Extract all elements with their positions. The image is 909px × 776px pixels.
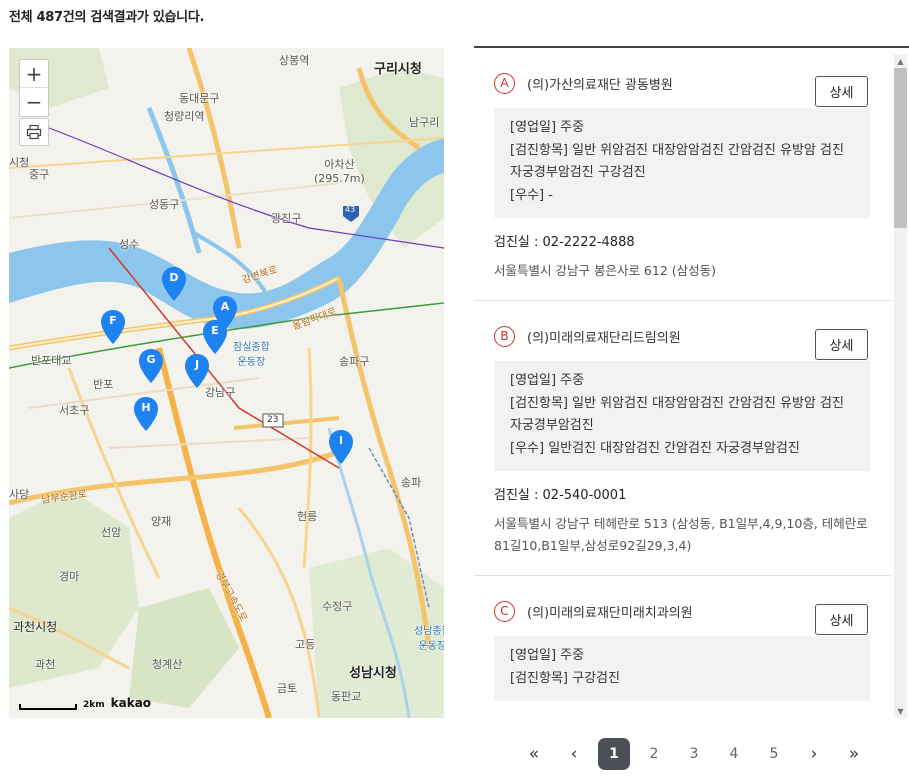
map-marker-j[interactable]: J	[184, 353, 210, 389]
address: 서울특별시 강남구 봉은사로 612 (삼성동)	[494, 263, 717, 278]
detail-button[interactable]: 상세	[815, 76, 868, 107]
map-label-sadang: 사당	[9, 488, 30, 501]
map-label-seocho: 서초구	[59, 404, 90, 417]
map-label-gwacheon: 과천시청	[13, 620, 58, 634]
last-page-button[interactable]: »	[834, 737, 874, 770]
map-label-seongnam-sports: 성남종합 운동장	[414, 626, 444, 652]
hospital-name[interactable]: (의)가산의료재단 광동병원	[527, 74, 673, 93]
info-line-business-days: [영업일] 주중	[510, 373, 585, 388]
map-scale: 2km kakao	[19, 696, 151, 710]
map-label-achasan: 아차산 (295.7m)	[314, 158, 365, 185]
scrollbar[interactable]	[894, 68, 907, 704]
result-letter-badge: C	[494, 600, 515, 622]
page-3-button[interactable]: 3	[674, 737, 714, 770]
info-line-business-days: [영업일] 주중	[510, 648, 585, 663]
map-marker-g[interactable]: G	[138, 348, 164, 384]
map-route-23: 23	[267, 415, 279, 425]
map-label-sangbong: 상봉역	[279, 54, 310, 67]
result-count-summary: 전체 487건의 검색결과가 있습니다.	[9, 10, 205, 25]
detail-button[interactable]: 상세	[815, 329, 868, 360]
result-letter-badge: B	[494, 325, 515, 347]
info-line-excellence: [우수] 일반검진 대장암검진 간암검진 자궁경부암검진	[510, 440, 800, 456]
result-list: A (의)가산의료재단 광동병원 상세 [영업일] 주중 [검진항목] 일반 위…	[474, 48, 892, 718]
zoom-out-button[interactable]: −	[20, 88, 48, 116]
map-marker-e[interactable]: E	[202, 319, 228, 355]
list-item[interactable]: C (의)미래의료재단미래치과의원 상세 [영업일] 주중 [검진항목] 구강검…	[474, 576, 892, 718]
map-label-yangjae: 양재	[151, 515, 172, 528]
list-item[interactable]: A (의)가산의료재단 광동병원 상세 [영업일] 주중 [검진항목] 일반 위…	[474, 48, 892, 301]
scroll-down-arrow[interactable]: ▼	[894, 704, 907, 718]
map-label-dongdaemun: 동대문구	[179, 92, 220, 105]
result-panel: A (의)가산의료재단 광동병원 상세 [영업일] 주중 [검진항목] 일반 위…	[474, 46, 909, 718]
address: 서울특별시 강남구 테헤란로 513 (삼성동, B1일부,4,9,10층, 테…	[494, 516, 868, 553]
map-label-banpobridge: 반포대교	[31, 354, 72, 367]
prev-page-button[interactable]: ‹	[554, 737, 594, 770]
printer-icon	[26, 124, 42, 140]
page-4-button[interactable]: 4	[714, 737, 754, 770]
info-line-checkup-items: [검진항목] 일반 위암검진 대장암암검진 간암검진 유방암 검진 자궁경부암검…	[510, 395, 844, 434]
map-label-seongnam: 성남시청	[349, 666, 397, 681]
scroll-up-arrow[interactable]: ▲	[894, 54, 907, 68]
map-label-godeung: 고등	[295, 638, 316, 651]
zoom-in-button[interactable]: +	[20, 60, 48, 88]
result-letter-badge: A	[494, 72, 515, 94]
map-marker-i[interactable]: I	[328, 429, 354, 465]
map-marker-d[interactable]: D	[161, 266, 187, 302]
map-label-banpo: 반포	[93, 378, 114, 391]
scrollbar-thumb[interactable]	[894, 68, 907, 228]
hospital-name[interactable]: (의)미래의료재단리드림의원	[527, 327, 681, 346]
map-label-geumto: 금토	[277, 682, 298, 695]
page-5-button[interactable]: 5	[754, 737, 794, 770]
phone-number: 검진실 : 02-540-0001	[494, 488, 627, 503]
map-label-sujeong: 수정구	[322, 600, 353, 613]
map-label-seongdong: 성동구	[149, 198, 180, 211]
info-line-checkup-items: [검진항목] 구강검진	[510, 670, 620, 686]
map-label-songpa: 송파구	[339, 355, 370, 368]
map-label-sicheong: 시청	[9, 156, 30, 169]
map-label-heolleung: 헌릉	[297, 510, 318, 523]
list-item[interactable]: B (의)미래의료재단리드림의원 상세 [영업일] 주중 [검진항목] 일반 위…	[474, 301, 892, 576]
map-label-jung: 중구	[29, 168, 50, 181]
info-box: [영업일] 주중 [검진항목] 일반 위암검진 대장암암검진 간암검진 유방암 …	[494, 361, 870, 471]
map-label-cheonggye: 청계산	[152, 658, 183, 671]
map-label-gwacheon-ic: 과천	[35, 658, 56, 671]
phone-number: 검진실 : 02-2222-4888	[494, 235, 635, 250]
page-2-button[interactable]: 2	[634, 737, 674, 770]
info-box: [영업일] 주중 [검진항목] 구강검진	[494, 636, 870, 701]
hospital-name[interactable]: (의)미래의료재단미래치과의원	[527, 602, 693, 621]
map-label-songpa-ic: 송파	[401, 476, 422, 489]
page-1-button[interactable]: 1	[598, 737, 630, 770]
info-line-checkup-items: [검진항목] 일반 위암검진 대장암암검진 간암검진 유방암 검진 자궁경부암검…	[510, 142, 844, 181]
info-box: [영업일] 주중 [검진항목] 일반 위암검진 대장암암검진 간암검진 유방암 …	[494, 108, 870, 218]
map-background	[9, 48, 444, 718]
info-line-excellence: [우수] -	[510, 187, 553, 203]
scale-bar	[19, 704, 77, 710]
scale-unit: 2km	[83, 700, 105, 710]
zoom-control: + −	[19, 59, 49, 117]
map-label-seonam: 선암	[101, 526, 122, 539]
print-button[interactable]	[19, 118, 49, 146]
map-label-gyeongma: 경마	[59, 570, 80, 583]
map-label-namguri: 남구리	[409, 116, 440, 129]
map-view[interactable]: 구리시청 상봉역 동대문구 청량리역 아차산 (295.7m) 성동구 광진구 …	[9, 48, 444, 718]
map-label-guri: 구리시청	[374, 62, 422, 77]
map-label-cheongnyangni: 청량리역	[164, 110, 205, 123]
pagination: « ‹ 1 2 3 4 5 › »	[514, 737, 874, 770]
map-label-dongpan: 동판교	[331, 690, 362, 703]
map-label-seongsu: 성수	[119, 238, 140, 251]
map-route-43: 43	[345, 205, 356, 214]
next-page-button[interactable]: ›	[794, 737, 834, 770]
map-marker-f[interactable]: F	[100, 309, 126, 345]
map-label-sports-complex: 잠실종합 운동장	[233, 342, 270, 368]
detail-button[interactable]: 상세	[815, 604, 868, 635]
map-marker-h[interactable]: H	[133, 396, 159, 432]
info-line-business-days: [영업일] 주중	[510, 120, 585, 135]
first-page-button[interactable]: «	[514, 737, 554, 770]
map-label-gwangjin: 광진구	[271, 212, 302, 225]
kakao-logo: kakao	[110, 696, 152, 710]
